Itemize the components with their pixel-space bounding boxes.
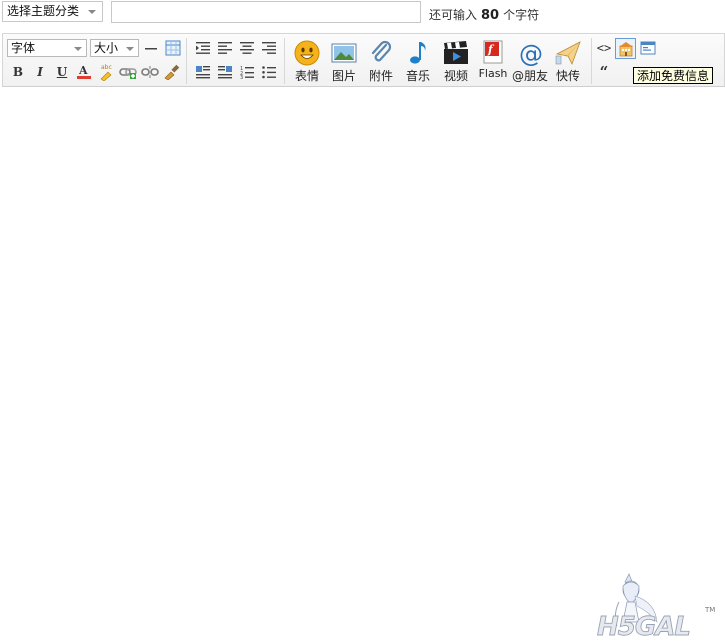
free-info-button[interactable]	[615, 38, 636, 59]
subject-input[interactable]	[111, 1, 421, 23]
align-center-button[interactable]	[237, 39, 257, 57]
quick-post-button[interactable]: 快传	[550, 40, 586, 84]
insert-table-button[interactable]	[163, 39, 183, 57]
window-icon	[640, 41, 656, 55]
ordered-list-button[interactable]: 1 2 3	[237, 63, 257, 81]
italic-icon: I	[37, 65, 43, 79]
font-family-label: 字体	[11, 41, 36, 55]
attachment-label: 附件	[368, 69, 393, 83]
char-counter: 还可输入 80 个字符	[429, 6, 539, 23]
mention-friend-button[interactable]: @ @朋友	[512, 40, 548, 84]
background-color-button[interactable]: abc	[96, 63, 116, 81]
font-size-label: 大小	[94, 41, 119, 55]
font-color-icon: A	[77, 64, 91, 79]
toolbar-separator	[284, 38, 285, 84]
toolbar-separator	[591, 38, 592, 84]
bold-button[interactable]: B	[8, 63, 28, 81]
svg-text:A: A	[78, 64, 88, 77]
align-center-icon	[240, 42, 254, 54]
table-icon	[165, 40, 181, 56]
code-icon: <>	[596, 41, 612, 55]
flash-label: Flash	[478, 67, 508, 80]
flash-icon: f	[483, 40, 503, 64]
horizontal-rule-button[interactable]	[141, 39, 161, 57]
video-clapper-icon	[444, 41, 468, 64]
code-button[interactable]: <>	[594, 39, 614, 57]
emoticon-button[interactable]: 表情	[289, 40, 325, 84]
ordered-list-icon: 1 2 3	[240, 66, 254, 79]
float-left-icon	[196, 66, 210, 79]
char-counter-prefix: 还可输入	[429, 8, 478, 22]
char-counter-count: 80	[481, 8, 500, 23]
horizontal-rule-icon	[145, 48, 157, 50]
font-size-select[interactable]: 大小	[90, 39, 139, 57]
align-right-icon	[262, 42, 276, 54]
paperclip-icon	[371, 40, 392, 62]
unordered-list-button[interactable]	[259, 63, 279, 81]
float-right-button[interactable]	[215, 63, 235, 81]
watermark-tm: TM	[704, 606, 715, 614]
at-sign-icon: @	[519, 40, 543, 66]
svg-text:3: 3	[240, 75, 243, 79]
unordered-list-icon	[262, 66, 276, 79]
topic-category-label: 选择主题分类	[7, 4, 80, 18]
image-icon	[331, 43, 357, 63]
music-label: 音乐	[405, 69, 430, 83]
quote-button[interactable]: “	[594, 63, 614, 81]
image-label: 图片	[331, 69, 356, 83]
font-family-select[interactable]: 字体	[7, 39, 87, 57]
svg-text:@: @	[519, 40, 543, 66]
align-right-button[interactable]	[259, 39, 279, 57]
float-right-icon	[218, 66, 232, 79]
underline-icon: U	[56, 65, 68, 79]
tooltip: 添加免费信息	[633, 67, 714, 84]
bold-icon: B	[12, 65, 24, 79]
indent-button[interactable]	[193, 39, 213, 57]
italic-button[interactable]: I	[30, 63, 50, 81]
brush-icon	[164, 64, 180, 80]
template-button[interactable]	[638, 39, 658, 57]
unlink-icon	[141, 66, 159, 78]
video-label: 视频	[443, 69, 468, 83]
insert-link-button[interactable]	[118, 63, 138, 81]
attachment-button[interactable]: 附件	[363, 40, 399, 84]
toolbar-separator	[186, 38, 187, 84]
site-watermark-logo: H5GAL TM	[597, 573, 715, 640]
highlight-icon: abc	[100, 64, 112, 81]
float-left-button[interactable]	[193, 63, 213, 81]
clear-format-button[interactable]	[162, 63, 182, 81]
quick-post-label: 快传	[555, 69, 580, 83]
video-button[interactable]: 视频	[438, 40, 474, 84]
emoticon-label: 表情	[294, 69, 319, 83]
smiley-icon	[294, 40, 320, 66]
editor-toolbar: 字体 大小 B I U A abc 1 2 3 表情 图片 附件 音乐 视频 f…	[2, 33, 725, 87]
paper-plane-icon	[555, 41, 581, 66]
quote-icon: “	[599, 63, 609, 81]
char-counter-suffix: 个字符	[503, 8, 540, 22]
remove-link-button[interactable]	[140, 63, 160, 81]
underline-button[interactable]: U	[52, 63, 72, 81]
music-note-icon	[410, 42, 426, 64]
chevron-down-icon	[74, 47, 82, 51]
chevron-down-icon	[126, 47, 134, 51]
watermark-brand: H5GAL	[597, 612, 690, 640]
mention-friend-label: @朋友	[512, 69, 549, 83]
building-icon	[618, 41, 633, 56]
image-button[interactable]: 图片	[326, 40, 362, 84]
font-color-button[interactable]: A	[74, 63, 94, 81]
align-left-button[interactable]	[215, 39, 235, 57]
indent-icon	[196, 42, 210, 54]
align-left-icon	[218, 42, 232, 54]
svg-text:abc: abc	[101, 64, 112, 71]
chevron-down-icon	[88, 10, 96, 14]
music-button[interactable]: 音乐	[400, 40, 436, 84]
flash-button[interactable]: f Flash	[475, 40, 511, 84]
topic-category-select[interactable]: 选择主题分类	[2, 1, 103, 22]
link-icon	[119, 68, 137, 79]
